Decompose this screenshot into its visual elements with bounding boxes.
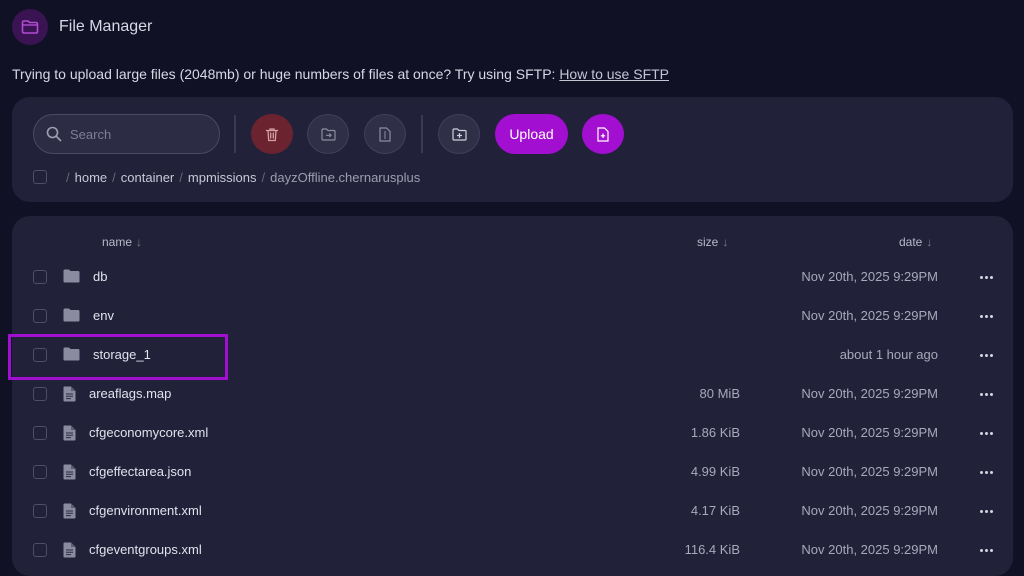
file-row[interactable]: cfgeffectarea.json 4.99 KiB Nov 20th, 2025… — [12, 453, 1013, 492]
breadcrumb-mpmissions[interactable]: mpmissions — [188, 170, 257, 185]
file-name[interactable]: areaflags.map — [89, 386, 171, 401]
more-options-icon[interactable] — [978, 268, 994, 286]
notice-text: Trying to upload large files (2048mb) or… — [12, 66, 556, 82]
file-name[interactable]: cfgeffectarea.json — [89, 464, 191, 479]
file-row[interactable]: areaflags.map 80 MiB Nov 20th, 2025 9:29PM — [12, 375, 1013, 414]
column-header-size[interactable]: size ↓ — [697, 235, 728, 249]
more-options-icon[interactable] — [978, 541, 994, 559]
breadcrumb-current: dayzOffline.chernarusplus — [270, 169, 421, 185]
file-size: 116.4 KiB — [684, 542, 740, 557]
row-checkbox[interactable] — [33, 309, 47, 323]
folder-row[interactable]: env Nov 20th, 2025 9:29PM — [12, 297, 1013, 336]
sort-arrow-icon: ↓ — [926, 235, 933, 249]
breadcrumb: / home / container / mpmissions / dayzOf… — [33, 168, 420, 186]
row-checkbox[interactable] — [33, 348, 47, 362]
file-name[interactable]: cfgeconomycore.xml — [89, 425, 208, 440]
file-row[interactable]: cfgeventgroups.xml 116.4 KiB Nov 20th, 202… — [12, 531, 1013, 570]
file-name[interactable]: db — [93, 269, 107, 284]
file-name[interactable]: cfgenvironment.xml — [89, 503, 202, 518]
file-date: Nov 20th, 2025 9:29PM — [801, 386, 938, 401]
toolbar-divider — [234, 115, 236, 153]
sftp-help-link[interactable]: How to use SFTP — [559, 66, 669, 82]
file-row[interactable]: cfgeconomycore.xml 1.86 KiB Nov 20th, 2025… — [12, 414, 1013, 453]
file-icon — [63, 542, 76, 563]
toolbar-divider — [421, 115, 423, 153]
file-size: 4.17 KiB — [690, 503, 740, 518]
sftp-notice: Trying to upload large files (2048mb) or… — [12, 66, 669, 82]
file-date: Nov 20th, 2025 9:29PM — [801, 308, 938, 323]
more-options-icon[interactable] — [978, 424, 994, 442]
search-box[interactable] — [33, 114, 220, 154]
select-all-checkbox[interactable] — [33, 170, 47, 184]
breadcrumb-separator: / — [261, 169, 266, 185]
archive-button[interactable] — [364, 114, 406, 154]
row-checkbox[interactable] — [33, 543, 47, 557]
more-options-icon[interactable] — [978, 502, 994, 520]
folder-row[interactable]: db Nov 20th, 2025 9:29PM — [12, 258, 1013, 297]
breadcrumb-separator: / — [66, 169, 70, 185]
file-date: Nov 20th, 2025 9:29PM — [801, 425, 938, 440]
file-date: about 1 hour ago — [839, 347, 938, 362]
sort-arrow-icon: ↓ — [136, 235, 143, 249]
column-header-name[interactable]: name ↓ — [102, 235, 142, 249]
more-options-icon[interactable] — [978, 385, 994, 403]
row-checkbox[interactable] — [33, 504, 47, 518]
file-date: Nov 20th, 2025 9:29PM — [801, 542, 938, 557]
file-icon — [63, 386, 76, 407]
row-checkbox[interactable] — [33, 270, 47, 284]
breadcrumb-separator: / — [179, 169, 183, 185]
file-size: 1.86 KiB — [690, 425, 740, 440]
file-size: 80 MiB — [699, 386, 740, 401]
new-file-button[interactable] — [582, 114, 624, 154]
folder-icon — [63, 269, 80, 288]
folder-icon — [63, 347, 80, 366]
file-list: name ↓ size ↓ date ↓ db Nov 20th, 2025 9:29P… — [12, 216, 1013, 576]
breadcrumb-home[interactable]: home — [75, 170, 108, 185]
file-plus-icon — [597, 126, 609, 142]
more-options-icon[interactable] — [978, 307, 994, 325]
trash-icon — [265, 127, 279, 141]
column-header-date[interactable]: date ↓ — [899, 235, 932, 249]
row-checkbox[interactable] — [33, 426, 47, 440]
folder-move-icon — [320, 127, 336, 141]
folder-row[interactable]: storage_1 about 1 hour ago — [12, 336, 1013, 375]
file-icon — [63, 425, 76, 446]
file-name[interactable]: cfgeventgroups.xml — [89, 542, 202, 557]
breadcrumb-separator: / — [112, 169, 116, 185]
new-folder-button[interactable] — [438, 114, 480, 154]
file-icon — [63, 503, 76, 524]
folder-plus-icon — [451, 127, 467, 141]
search-input[interactable] — [70, 126, 200, 142]
file-name[interactable]: storage_1 — [93, 347, 151, 362]
upload-button[interactable]: Upload — [495, 114, 568, 154]
folder-icon — [63, 308, 80, 327]
file-size: 4.99 KiB — [690, 464, 740, 479]
delete-button[interactable] — [251, 114, 293, 154]
breadcrumb-container[interactable]: container — [121, 170, 174, 185]
folder-icon — [12, 9, 48, 45]
row-checkbox[interactable] — [33, 465, 47, 479]
file-date: Nov 20th, 2025 9:29PM — [801, 464, 938, 479]
more-options-icon[interactable] — [978, 346, 994, 364]
file-row[interactable]: cfgenvironment.xml 4.17 KiB Nov 20th, 2025… — [12, 492, 1013, 531]
more-options-icon[interactable] — [978, 463, 994, 481]
move-button[interactable] — [307, 114, 349, 154]
page-title: File Manager — [59, 18, 153, 35]
file-date: Nov 20th, 2025 9:29PM — [801, 269, 938, 284]
toolbar-card: Upload / home / container / mpmissions /… — [12, 97, 1013, 202]
app-header: File Manager — [12, 9, 152, 45]
sort-arrow-icon: ↓ — [722, 235, 729, 249]
file-date: Nov 20th, 2025 9:29PM — [801, 503, 938, 518]
row-checkbox[interactable] — [33, 387, 47, 401]
file-archive-icon — [379, 126, 391, 142]
file-icon — [63, 464, 76, 485]
search-icon — [46, 126, 62, 142]
file-name[interactable]: env — [93, 308, 114, 323]
